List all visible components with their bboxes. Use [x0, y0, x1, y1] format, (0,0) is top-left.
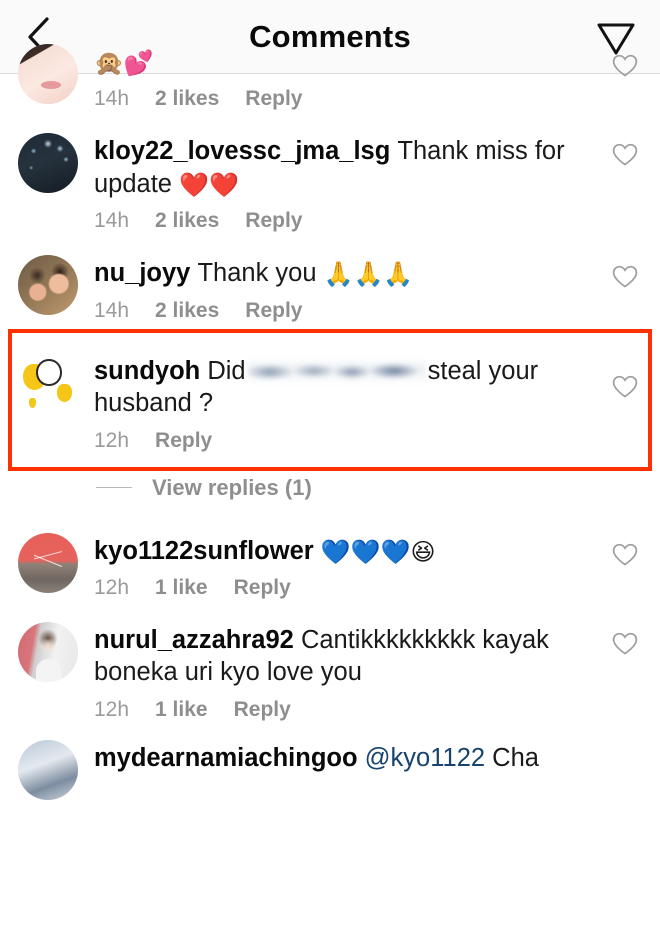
like-button[interactable] — [608, 632, 642, 656]
comment-message-before: Did — [207, 356, 246, 385]
like-button[interactable] — [608, 143, 642, 167]
comment-meta: 14h 2 likes Reply — [94, 209, 598, 233]
reply-button[interactable]: Reply — [234, 576, 291, 600]
comment-likes[interactable]: 2 likes — [155, 209, 219, 233]
like-button[interactable] — [608, 543, 642, 567]
reply-button[interactable]: Reply — [234, 698, 291, 722]
comment-body: nu_joyy Thank you 🙏🙏🙏 14h 2 likes Reply — [94, 255, 598, 322]
comment-item[interactable]: nurul_azzahra92 Cantikkkkkkkkk kayak bon… — [0, 608, 660, 730]
comment-item-highlighted[interactable]: sundyoh Did steal your husband ? 12h Repl… — [0, 331, 660, 469]
avatar[interactable] — [18, 255, 78, 316]
avatar[interactable] — [18, 44, 78, 104]
heart-outline-icon — [612, 54, 638, 77]
comment-likes[interactable]: 2 likes — [155, 87, 219, 111]
comment-likes[interactable]: 1 like — [155, 576, 208, 600]
avatar[interactable] — [18, 133, 78, 194]
heart-outline-icon — [612, 543, 638, 566]
comment-text: mydearnamiachingoo @kyo1122 Cha — [94, 742, 642, 774]
comment-likes[interactable]: 2 likes — [155, 299, 219, 323]
comment-username[interactable]: sundyoh — [94, 357, 200, 385]
comment-body: kyo1122sunflower 💙💙💙😆 12h 1 like Reply — [94, 533, 598, 600]
replies-dash-line — [96, 487, 132, 489]
reply-button[interactable]: Reply — [245, 87, 302, 111]
heart-outline-icon — [612, 375, 638, 398]
reply-button[interactable]: Reply — [245, 209, 302, 233]
comment-timestamp: 12h — [94, 576, 130, 599]
avatar-image — [18, 352, 78, 413]
comment-text-space — [358, 744, 365, 772]
avatar[interactable] — [18, 622, 78, 682]
comment-message: Thank you — [197, 259, 317, 288]
like-button[interactable] — [608, 265, 642, 289]
like-button[interactable] — [608, 54, 642, 78]
comment-timestamp: 12h — [94, 697, 130, 721]
avatar[interactable] — [18, 352, 78, 413]
avatar[interactable] — [18, 532, 78, 593]
heart-outline-icon — [612, 144, 638, 166]
comment-item[interactable]: nu_joyy Thank you 🙏🙏🙏 14h 2 likes Reply — [0, 241, 660, 330]
comment-username[interactable]: mydearnamiachingoo — [94, 744, 358, 772]
reply-button[interactable]: Reply — [245, 299, 302, 323]
comment-mention-link[interactable]: @kyo1122 — [365, 744, 485, 772]
comment-text-space — [294, 626, 301, 654]
heart-outline-icon — [612, 632, 638, 655]
comment-emojis: 🙏🙏🙏 — [323, 260, 414, 289]
comment-emojis: 💙💙💙😆 — [320, 537, 436, 566]
comment-text-space-2 — [317, 259, 324, 287]
heart-outline-icon — [612, 266, 638, 288]
comment-text: nurul_azzahra92 Cantikkkkkkkkk kayak bon… — [94, 624, 598, 689]
comment-likes[interactable]: 1 like — [155, 698, 208, 722]
view-replies-label: View replies (1) — [152, 474, 312, 500]
comment-meta: 12h 1 like Reply — [94, 576, 598, 600]
comment-username[interactable]: kyo1122sunflower — [94, 537, 314, 565]
comment-emojis: 🙊💕 — [94, 49, 154, 77]
avatar[interactable] — [18, 739, 78, 800]
comment-item[interactable]: kloy22_lovessc_jma_lsg Thank miss for up… — [0, 119, 660, 241]
comment-body: mydearnamiachingoo @kyo1122 Cha — [94, 740, 642, 774]
comment-body: nurul_azzahra92 Cantikkkkkkkkk kayak bon… — [94, 622, 598, 722]
comment-body: 🙊💕 14h 2 likes Reply — [94, 44, 598, 111]
comment-username[interactable]: kloy22_lovessc_jma_lsg — [94, 137, 390, 165]
comment-text: kyo1122sunflower 💙💙💙😆 — [94, 535, 598, 567]
avatar-image — [18, 739, 78, 800]
comment-meta: 14h 2 likes Reply — [94, 299, 598, 323]
avatar-image — [18, 133, 78, 194]
comment-item[interactable]: 🙊💕 14h 2 likes Reply — [0, 44, 660, 119]
comment-item-partial[interactable]: mydearnamiachingoo @kyo1122 Cha — [0, 730, 660, 808]
reply-button[interactable]: Reply — [155, 429, 212, 453]
comment-timestamp: 14h — [94, 209, 130, 233]
avatar-image — [18, 255, 78, 316]
comment-username[interactable]: nurul_azzahra92 — [94, 626, 294, 654]
like-button[interactable] — [608, 375, 642, 399]
comment-list: 🙊💕 14h 2 likes Reply kloy22_lovessc_jma_… — [0, 44, 660, 808]
comment-text-space — [314, 537, 321, 565]
comment-meta: 12h 1 like Reply — [94, 698, 598, 722]
comment-item[interactable]: kyo1122sunflower 💙💙💙😆 12h 1 like Reply — [0, 519, 660, 608]
avatar-image — [18, 44, 78, 104]
comment-timestamp: 14h — [94, 298, 130, 322]
avatar-image — [18, 622, 78, 682]
comment-text: kloy22_lovessc_jma_lsg Thank miss for up… — [94, 135, 598, 200]
avatar-image — [18, 532, 78, 593]
comment-text: sundyoh Did steal your husband ? — [94, 355, 598, 420]
comment-emojis: ❤️❤️ — [179, 170, 239, 199]
comment-timestamp: 12h — [94, 428, 130, 452]
comment-text: 🙊💕 — [94, 46, 598, 78]
comment-body: sundyoh Did steal your husband ? 12h Repl… — [94, 353, 598, 453]
comment-username[interactable]: nu_joyy — [94, 259, 190, 287]
comment-body: kloy22_lovessc_jma_lsg Thank miss for up… — [94, 133, 598, 233]
comment-timestamp: 14h — [94, 87, 130, 111]
view-replies-button[interactable]: View replies (1) — [0, 469, 660, 519]
comment-meta: 14h 2 likes Reply — [94, 87, 598, 111]
comment-meta: 12h Reply — [94, 429, 598, 453]
comment-message: Cha — [492, 743, 539, 772]
comment-text: nu_joyy Thank you 🙏🙏🙏 — [94, 257, 598, 289]
redacted-username-blur — [247, 357, 426, 384]
